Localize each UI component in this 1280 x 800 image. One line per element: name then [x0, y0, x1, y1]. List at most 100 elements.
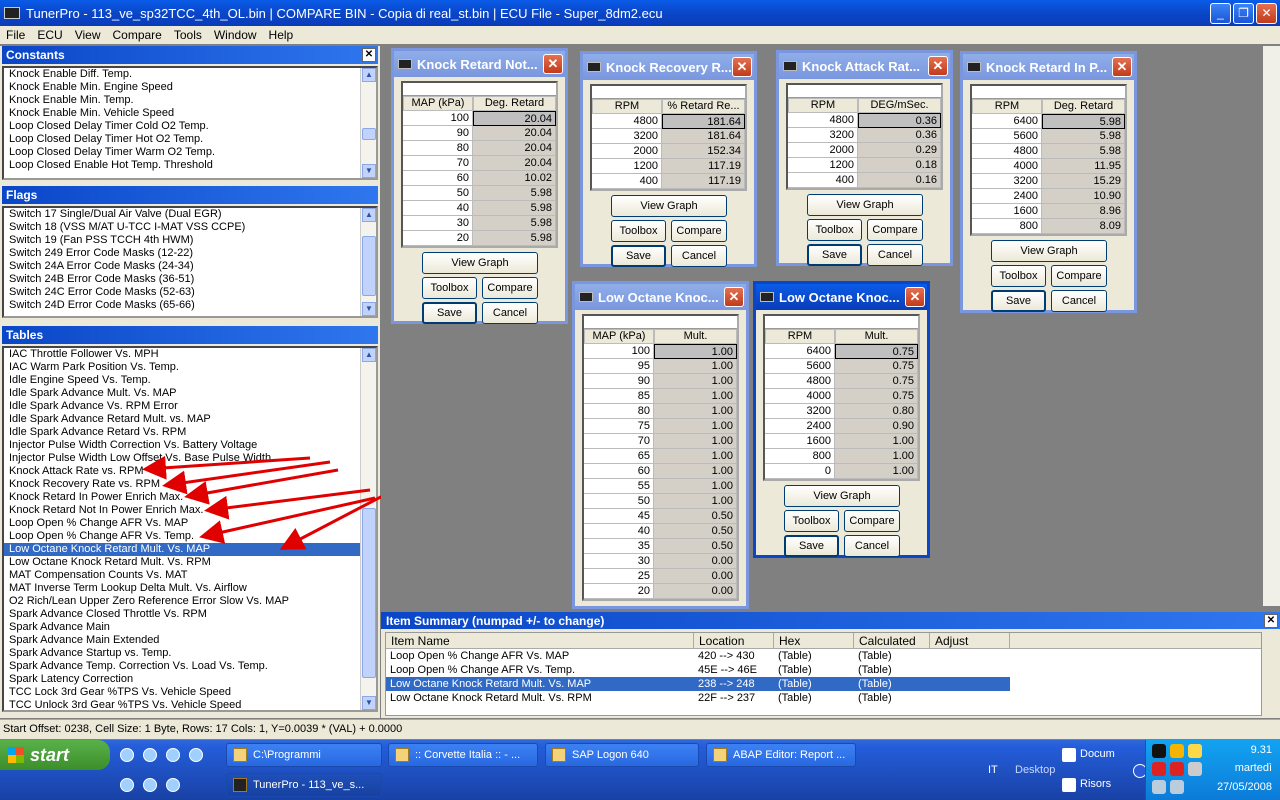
- value-cell[interactable]: 10.02: [473, 171, 556, 186]
- toolbox-button[interactable]: Toolbox: [807, 219, 862, 241]
- table-list-item[interactable]: IAC Throttle Follower Vs. MPH: [4, 348, 376, 361]
- column-calculated[interactable]: Calculated: [854, 633, 930, 648]
- table-list-item[interactable]: Spark Advance Closed Throttle Vs. RPM: [4, 608, 376, 621]
- toolbox-button[interactable]: Toolbox: [422, 277, 477, 299]
- scroll-down-icon[interactable]: ▼: [362, 302, 376, 316]
- flags-scrollbar[interactable]: ▲ ▼: [360, 208, 376, 316]
- column-location[interactable]: Location: [694, 633, 774, 648]
- close-icon[interactable]: ✕: [1264, 613, 1278, 628]
- tray-app-icon[interactable]: [1152, 762, 1166, 776]
- documents-shortcut[interactable]: Docum: [1080, 748, 1115, 760]
- table-window-knock-attack[interactable]: Knock Attack Rat... ✕ RPM DEG/mSec. 4800 0.36…: [776, 50, 953, 266]
- value-cell[interactable]: 1.00: [654, 449, 737, 464]
- task-button-sap-logon[interactable]: SAP Logon 640: [545, 743, 699, 767]
- compare-button[interactable]: Compare: [844, 510, 900, 532]
- value-cell[interactable]: 1.00: [654, 434, 737, 449]
- value-cell[interactable]: 5.98: [1042, 114, 1125, 129]
- value-cell[interactable]: 5.98: [1042, 144, 1125, 159]
- menu-help[interactable]: Help: [263, 28, 300, 42]
- value-cell[interactable]: 0.18: [858, 158, 941, 173]
- value-cell[interactable]: 1.00: [654, 464, 737, 479]
- task-button-corvette[interactable]: :: Corvette Italia :: - ...: [388, 743, 538, 767]
- constant-item[interactable]: Loop Closed Enable Hot Temp. Threshold: [4, 159, 376, 172]
- save-button[interactable]: Save: [784, 535, 839, 557]
- table-list-item[interactable]: TCC Unlock 3rd Gear %TPS Vs. Vehicle Spe…: [4, 699, 376, 710]
- menu-file[interactable]: File: [0, 28, 31, 42]
- compare-button[interactable]: Compare: [482, 277, 538, 299]
- constant-item[interactable]: Knock Enable Diff. Temp.: [4, 68, 376, 81]
- value-cell[interactable]: 0.00: [654, 584, 737, 599]
- close-icon[interactable]: ✕: [362, 48, 376, 62]
- column-adjust[interactable]: Adjust: [930, 633, 1010, 648]
- table-list-item[interactable]: Idle Spark Advance Retard Vs. RPM: [4, 426, 376, 439]
- scroll-thumb[interactable]: [362, 128, 376, 140]
- flag-item[interactable]: Switch 24A Error Code Masks (24-34): [4, 260, 376, 273]
- tray-app-icon[interactable]: [1188, 762, 1202, 776]
- toolbox-button[interactable]: Toolbox: [784, 510, 839, 532]
- table-window-knock-recovery[interactable]: Knock Recovery R... ✕ RPM% Retard Re... 480…: [580, 51, 757, 267]
- flags-list[interactable]: ▲ ▼ Switch 17 Single/Dual Air Valve (Dua…: [2, 206, 378, 318]
- flag-item[interactable]: Switch 24C Error Code Masks (52-63): [4, 286, 376, 299]
- flag-item[interactable]: Switch 249 Error Code Masks (12-22): [4, 247, 376, 260]
- menu-ecu[interactable]: ECU: [31, 28, 68, 42]
- value-cell[interactable]: 1.00: [654, 359, 737, 374]
- tray-app-icon[interactable]: [1152, 780, 1166, 794]
- value-cell[interactable]: 0.75: [835, 359, 918, 374]
- menu-compare[interactable]: Compare: [106, 28, 167, 42]
- value-cell[interactable]: 20.04: [473, 156, 556, 171]
- value-cell[interactable]: 8.96: [1042, 204, 1125, 219]
- outlook-icon[interactable]: [143, 748, 157, 762]
- value-cell[interactable]: 0.50: [654, 509, 737, 524]
- start-button[interactable]: start: [0, 740, 110, 770]
- constant-item[interactable]: Knock Enable Min. Vehicle Speed: [4, 107, 376, 120]
- view-graph-button[interactable]: View Graph: [422, 252, 538, 274]
- table-list-item[interactable]: Idle Spark Advance Vs. RPM Error: [4, 400, 376, 413]
- value-cell[interactable]: 152.34: [662, 144, 745, 159]
- value-cell[interactable]: 20.04: [473, 111, 556, 126]
- quicklaunch-icon[interactable]: [189, 748, 203, 762]
- task-button-tunerpro[interactable]: TunerPro - 113_ve_s...: [226, 773, 382, 797]
- messenger-icon[interactable]: [166, 778, 180, 792]
- value-cell[interactable]: 15.29: [1042, 174, 1125, 189]
- save-button[interactable]: Save: [991, 290, 1046, 312]
- flag-item[interactable]: Switch 24B Error Code Masks (36-51): [4, 273, 376, 286]
- table-list-item[interactable]: IAC Warm Park Position Vs. Temp.: [4, 361, 376, 374]
- table-list-item[interactable]: TCC Lock 3rd Gear %TPS Vs. Vehicle Speed: [4, 686, 376, 699]
- value-cell[interactable]: 5.98: [473, 186, 556, 201]
- table-grid[interactable]: MAP (kPa) Deg. Retard 100 20.04 90 20.04 80 20.…: [401, 81, 558, 248]
- clock-day[interactable]: martedì: [1235, 762, 1272, 774]
- table-list-item[interactable]: Spark Advance Main: [4, 621, 376, 634]
- table-list-item[interactable]: MAT Compensation Counts Vs. MAT: [4, 569, 376, 582]
- value-cell[interactable]: 20.04: [473, 141, 556, 156]
- value-cell[interactable]: 181.64: [662, 129, 745, 144]
- item-summary-table[interactable]: Item Name Location Hex Calculated Adjust…: [385, 632, 1262, 716]
- column-hex[interactable]: Hex: [774, 633, 854, 648]
- table-list-item[interactable]: Idle Engine Speed Vs. Temp.: [4, 374, 376, 387]
- cell-edit-field[interactable]: [403, 83, 556, 96]
- quicklaunch-icon[interactable]: [120, 778, 134, 792]
- clock-date[interactable]: 27/05/2008: [1217, 781, 1272, 793]
- value-cell[interactable]: 1.00: [654, 494, 737, 509]
- close-icon[interactable]: ✕: [1112, 57, 1132, 77]
- table-list-item[interactable]: Loop Open % Change AFR Vs. Temp.: [4, 530, 376, 543]
- compare-button[interactable]: Compare: [867, 219, 923, 241]
- table-grid[interactable]: MAP (kPa) Mult. 100 1.00 95 1.00 90 1.00 85 1.00 8…: [582, 314, 739, 601]
- resources-shortcut[interactable]: Risors: [1080, 778, 1111, 790]
- toolbox-button[interactable]: Toolbox: [991, 265, 1046, 287]
- table-list-item[interactable]: Idle Spark Advance Mult. Vs. MAP: [4, 387, 376, 400]
- task-button-abap-editor[interactable]: ABAP Editor: Report ...: [706, 743, 856, 767]
- language-indicator[interactable]: IT: [988, 764, 998, 776]
- cancel-button[interactable]: Cancel: [867, 244, 923, 266]
- value-cell[interactable]: 0.16: [858, 173, 941, 188]
- constant-item[interactable]: Knock Enable Min. Temp.: [4, 94, 376, 107]
- table-grid[interactable]: RPM% Retard Re... 4800 181.64 3200 181.64 200…: [590, 84, 747, 191]
- value-cell[interactable]: 0.50: [654, 524, 737, 539]
- constants-scrollbar[interactable]: ▲ ▼: [360, 68, 376, 178]
- value-cell[interactable]: 0.29: [858, 143, 941, 158]
- scroll-up-icon[interactable]: ▲: [362, 68, 376, 82]
- scroll-thumb[interactable]: [362, 508, 376, 678]
- table-list-item[interactable]: Loop Open % Change AFR Vs. MAP: [4, 517, 376, 530]
- flag-item[interactable]: Switch 17 Single/Dual Air Valve (Dual EG…: [4, 208, 376, 221]
- summary-row[interactable]: Loop Open % Change AFR Vs. MAP 420 --> 43…: [386, 649, 1261, 663]
- menu-tools[interactable]: Tools: [168, 28, 208, 42]
